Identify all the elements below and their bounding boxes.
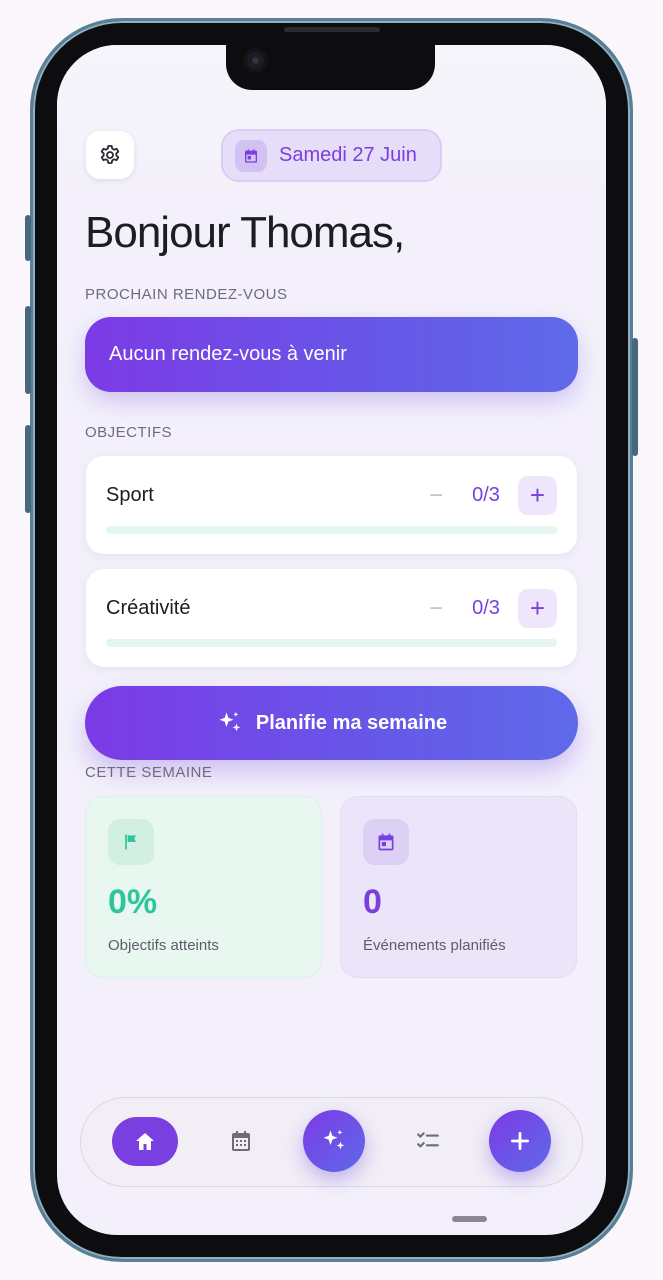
front-camera (243, 48, 268, 73)
objective-progress-bar (106, 639, 557, 647)
home-indicator (452, 1216, 487, 1222)
nav-add-button[interactable] (489, 1110, 551, 1172)
this-week-label: CETTE SEMAINE (85, 764, 213, 781)
page-title: Bonjour Thomas, (85, 208, 405, 257)
next-appointment-label: PROCHAIN RENDEZ-VOUS (85, 286, 288, 303)
checklist-icon (417, 1132, 439, 1148)
nav-ai-button[interactable] (303, 1110, 365, 1172)
plus-icon (511, 1132, 529, 1150)
objective-card-sport: Sport − 0/3 + (86, 456, 577, 554)
increment-button[interactable]: + (518, 589, 557, 628)
objective-progress-bar (106, 526, 557, 534)
calendar-icon (378, 833, 394, 851)
objectives-label: OBJECTIFS (85, 424, 173, 441)
calendar-icon (245, 148, 257, 163)
stat-card-goals: 0% Objectifs atteints (85, 796, 322, 978)
stat-card-events: 0 Événements planifiés (340, 796, 577, 978)
sparkles-icon (323, 1129, 345, 1150)
next-appointment-card[interactable]: Aucun rendez-vous à venir (85, 317, 578, 392)
stat-value: 0% (108, 883, 158, 921)
objective-name: Créativité (106, 597, 191, 619)
calendar-icon (232, 1131, 250, 1151)
side-button-volume-down (25, 425, 31, 513)
decrement-button[interactable]: − (421, 589, 451, 629)
plus-icon: + (529, 593, 546, 623)
next-appointment-text: Aucun rendez-vous à venir (109, 343, 347, 365)
date-selector[interactable]: Samedi 27 Juin (221, 129, 442, 182)
plan-week-button[interactable]: Planifie ma semaine (85, 686, 578, 760)
decrement-button[interactable]: − (421, 476, 451, 516)
objective-count: 0/3 (472, 484, 500, 506)
stat-icon-box (108, 819, 154, 865)
plus-icon: + (529, 480, 546, 510)
plan-week-label: Planifie ma semaine (255, 711, 448, 734)
objective-name: Sport (106, 484, 154, 506)
minus-icon: − (428, 595, 443, 622)
speaker-grille (284, 27, 380, 32)
sparkles-icon (219, 711, 241, 732)
gear-icon (100, 145, 120, 164)
date-icon-box (235, 139, 267, 172)
nav-calendar-button[interactable] (225, 1125, 257, 1157)
nav-tasks-button[interactable] (412, 1125, 444, 1157)
minus-icon: − (428, 482, 443, 509)
side-button-volume-up (25, 306, 31, 394)
stat-label: Objectifs atteints (108, 937, 219, 954)
nav-home-button[interactable] (112, 1117, 178, 1166)
side-button-power (632, 338, 638, 456)
side-button-mute (25, 215, 31, 261)
objective-count: 0/3 (472, 597, 500, 619)
flag-icon (125, 834, 136, 850)
settings-button[interactable] (86, 131, 134, 179)
increment-button[interactable]: + (518, 476, 557, 515)
objective-card-creativite: Créativité − 0/3 + (86, 569, 577, 667)
home-icon (136, 1132, 154, 1150)
stat-value: 0 (363, 883, 382, 921)
stat-icon-box (363, 819, 409, 865)
stat-label: Événements planifiés (363, 937, 506, 954)
date-label: Samedi 27 Juin (279, 144, 417, 166)
